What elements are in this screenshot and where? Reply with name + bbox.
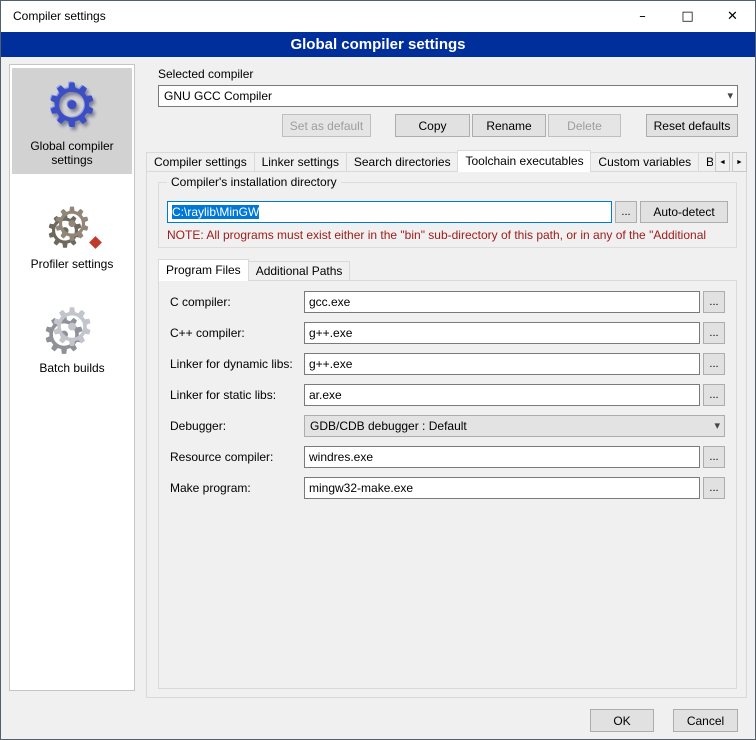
chevron-down-icon: ▾ bbox=[727, 86, 733, 106]
compiler-settings-window: Compiler settings – □ ✕ Global compiler … bbox=[0, 0, 756, 740]
sidebar-item-profiler-settings[interactable]: ⚙ Profiler settings bbox=[12, 186, 132, 278]
toolchain-fields: C compiler: gcc.exe ... C++ compiler: g+… bbox=[159, 281, 736, 499]
settings-category-list: ⚙ Global compiler settings ⚙ Profiler se… bbox=[9, 64, 135, 691]
resource-compiler-value: windres.exe bbox=[309, 450, 373, 464]
subtab-program-files[interactable]: Program Files bbox=[158, 259, 249, 281]
cpp-compiler-input[interactable]: g++.exe bbox=[304, 322, 700, 344]
tab-build-options[interactable]: Buil bbox=[698, 152, 713, 172]
field-row-make-program: Make program: mingw32-make.exe ... bbox=[170, 477, 725, 499]
installation-directory-group-title: Compiler's installation directory bbox=[167, 175, 341, 189]
make-program-browse-button[interactable]: ... bbox=[703, 477, 725, 499]
sidebar-item-label: Global compiler settings bbox=[14, 139, 130, 167]
delete-button[interactable]: Delete bbox=[548, 114, 621, 137]
field-row-cpp-compiler: C++ compiler: g++.exe ... bbox=[170, 322, 725, 344]
toolchain-executables-panel: Compiler's installation directory C:\ray… bbox=[146, 171, 747, 698]
c-compiler-value: gcc.exe bbox=[309, 295, 350, 309]
sidebar-item-label: Batch builds bbox=[14, 361, 130, 375]
installation-directory-group: Compiler's installation directory C:\ray… bbox=[158, 182, 737, 248]
subtab-additional-paths[interactable]: Additional Paths bbox=[248, 261, 351, 281]
field-row-c-compiler: C compiler: gcc.exe ... bbox=[170, 291, 725, 313]
installation-directory-note: NOTE: All programs must exist either in … bbox=[167, 228, 736, 242]
make-program-label: Make program: bbox=[170, 481, 304, 495]
installation-directory-row: C:\raylib\MinGW ... Auto-detect bbox=[167, 201, 728, 223]
resource-compiler-browse-button[interactable]: ... bbox=[703, 446, 725, 468]
tab-search-directories[interactable]: Search directories bbox=[346, 152, 459, 172]
close-button[interactable]: ✕ bbox=[710, 1, 755, 32]
profiler-tool-icon: ⚙ bbox=[14, 191, 130, 257]
rename-button[interactable]: Rename bbox=[472, 114, 546, 137]
installation-directory-input[interactable]: C:\raylib\MinGW bbox=[167, 201, 612, 223]
dialog-banner: Global compiler settings bbox=[1, 32, 755, 57]
global-compiler-gear-icon: ⚙ bbox=[14, 73, 130, 139]
reset-defaults-button[interactable]: Reset defaults bbox=[646, 114, 738, 137]
tab-custom-variables[interactable]: Custom variables bbox=[590, 152, 699, 172]
settings-tab-strip: Compiler settings Linker settings Search… bbox=[146, 150, 747, 172]
selected-compiler-value: GNU GCC Compiler bbox=[164, 89, 272, 103]
tab-toolchain-executables[interactable]: Toolchain executables bbox=[457, 150, 591, 172]
cpp-compiler-label: C++ compiler: bbox=[170, 326, 304, 340]
make-program-value: mingw32-make.exe bbox=[309, 481, 413, 495]
field-row-resource-compiler: Resource compiler: windres.exe ... bbox=[170, 446, 725, 468]
linker-dynamic-browse-button[interactable]: ... bbox=[703, 353, 725, 375]
copy-button[interactable]: Copy bbox=[395, 114, 470, 137]
batch-builds-gears-icon: ⚙ bbox=[14, 295, 130, 361]
sidebar-item-global-compiler-settings[interactable]: ⚙ Global compiler settings bbox=[12, 68, 132, 174]
linker-static-label: Linker for static libs: bbox=[170, 388, 304, 402]
window-title: Compiler settings bbox=[13, 1, 106, 32]
tab-scroll-buttons: ◄ ► bbox=[715, 152, 747, 172]
field-row-linker-dynamic: Linker for dynamic libs: g++.exe ... bbox=[170, 353, 725, 375]
installation-directory-value: C:\raylib\MinGW bbox=[172, 205, 259, 219]
c-compiler-label: C compiler: bbox=[170, 295, 304, 309]
linker-dynamic-label: Linker for dynamic libs: bbox=[170, 357, 304, 371]
field-row-debugger: Debugger: GDB/CDB debugger : Default ▾ bbox=[170, 415, 725, 437]
resource-compiler-input[interactable]: windres.exe bbox=[304, 446, 700, 468]
tab-scroll-left-icon[interactable]: ◄ bbox=[715, 152, 730, 172]
make-program-input[interactable]: mingw32-make.exe bbox=[304, 477, 700, 499]
minimize-button[interactable]: – bbox=[620, 1, 665, 32]
programs-subtab-strip: Program Files Additional Paths bbox=[158, 259, 350, 281]
cpp-compiler-browse-button[interactable]: ... bbox=[703, 322, 725, 344]
tab-linker-settings[interactable]: Linker settings bbox=[254, 152, 347, 172]
field-row-linker-static: Linker for static libs: ar.exe ... bbox=[170, 384, 725, 406]
banner-title: Global compiler settings bbox=[290, 36, 465, 53]
maximize-button[interactable]: □ bbox=[665, 1, 710, 32]
linker-dynamic-value: g++.exe bbox=[309, 357, 352, 371]
debugger-value: GDB/CDB debugger : Default bbox=[310, 419, 467, 433]
auto-detect-button[interactable]: Auto-detect bbox=[640, 201, 728, 223]
debugger-combobox[interactable]: GDB/CDB debugger : Default ▾ bbox=[304, 415, 725, 437]
c-compiler-input[interactable]: gcc.exe bbox=[304, 291, 700, 313]
installation-directory-browse-button[interactable]: ... bbox=[615, 201, 637, 223]
sidebar-item-batch-builds[interactable]: ⚙ Batch builds bbox=[12, 290, 132, 382]
selected-compiler-label: Selected compiler bbox=[158, 67, 253, 81]
tab-compiler-settings[interactable]: Compiler settings bbox=[146, 152, 255, 172]
ok-button[interactable]: OK bbox=[590, 709, 654, 732]
window-controls: – □ ✕ bbox=[620, 1, 755, 32]
set-as-default-button[interactable]: Set as default bbox=[282, 114, 371, 137]
program-files-panel: C compiler: gcc.exe ... C++ compiler: g+… bbox=[158, 280, 737, 689]
cancel-button[interactable]: Cancel bbox=[673, 709, 738, 732]
resource-compiler-label: Resource compiler: bbox=[170, 450, 304, 464]
sidebar-item-label: Profiler settings bbox=[14, 257, 130, 271]
linker-static-browse-button[interactable]: ... bbox=[703, 384, 725, 406]
cpp-compiler-value: g++.exe bbox=[309, 326, 352, 340]
chevron-down-icon: ▾ bbox=[714, 416, 720, 436]
linker-dynamic-input[interactable]: g++.exe bbox=[304, 353, 700, 375]
debugger-label: Debugger: bbox=[170, 419, 304, 433]
linker-static-value: ar.exe bbox=[309, 388, 342, 402]
c-compiler-browse-button[interactable]: ... bbox=[703, 291, 725, 313]
linker-static-input[interactable]: ar.exe bbox=[304, 384, 700, 406]
title-bar[interactable]: Compiler settings – □ ✕ bbox=[1, 1, 755, 32]
selected-compiler-combobox[interactable]: GNU GCC Compiler ▾ bbox=[158, 85, 738, 107]
tab-scroll-right-icon[interactable]: ► bbox=[732, 152, 747, 172]
